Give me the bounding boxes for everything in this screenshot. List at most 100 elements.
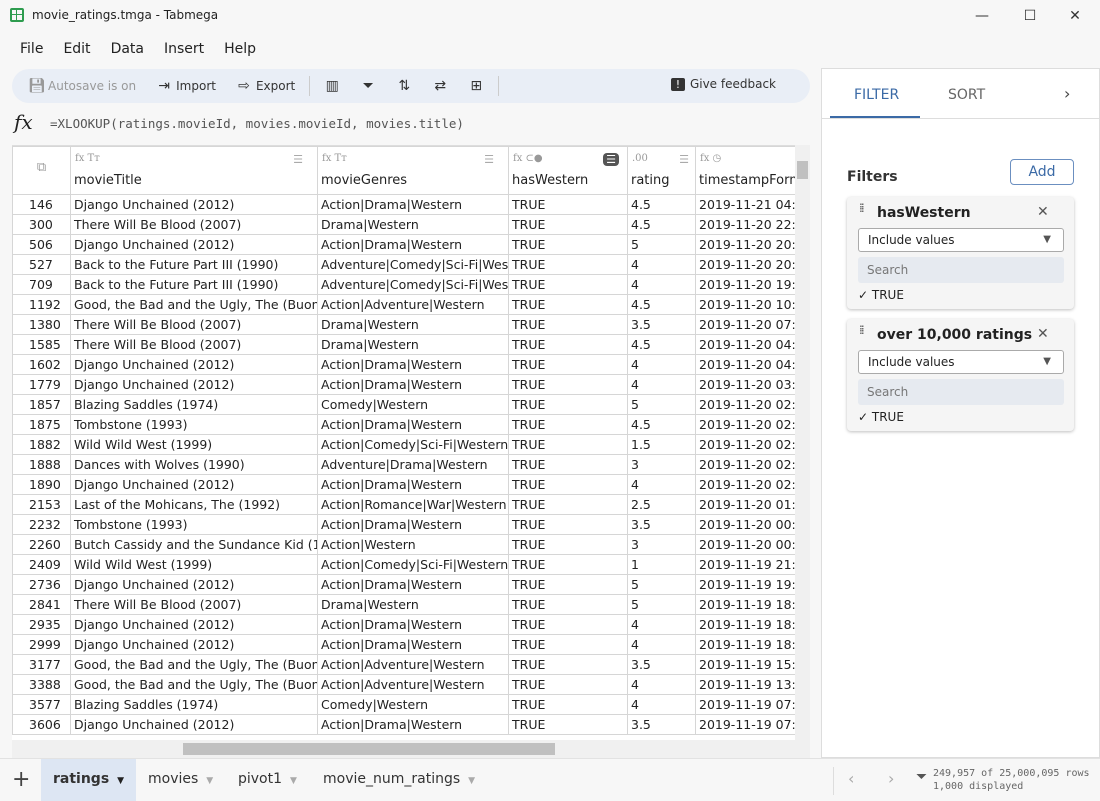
cell-movieTitle[interactable]: Django Unchained (2012): [70, 614, 318, 635]
cell-rating[interactable]: 5: [627, 234, 696, 255]
cell-timestamp[interactable]: 2019-11-20 02:5: [695, 394, 810, 415]
sheet-tab-movies[interactable]: movies ▼: [136, 759, 225, 801]
row-number[interactable]: 1890: [12, 474, 71, 495]
export-button[interactable]: ⇨ Export: [236, 78, 295, 94]
cell-rating[interactable]: 4.5: [627, 294, 696, 315]
cell-timestamp[interactable]: 2019-11-20 10:3: [695, 294, 810, 315]
row-number[interactable]: 1585: [12, 334, 71, 355]
cell-timestamp[interactable]: 2019-11-19 21:5: [695, 554, 810, 575]
column-header-rating[interactable]: .00 ☰ rating: [627, 146, 696, 195]
cell-hasWestern[interactable]: TRUE: [508, 674, 628, 695]
cell-rating[interactable]: 4: [627, 634, 696, 655]
filter-search-input[interactable]: Search: [858, 257, 1064, 283]
cell-timestamp[interactable]: 2019-11-19 18:2: [695, 594, 810, 615]
cell-movieTitle[interactable]: Back to the Future Part III (1990): [70, 254, 318, 275]
column-filter-icon[interactable]: ☰: [293, 153, 303, 166]
cell-movieGenres[interactable]: Action|Drama|Western: [317, 474, 509, 495]
cell-hasWestern[interactable]: TRUE: [508, 554, 628, 575]
cell-movieGenres[interactable]: Action|Comedy|Sci-Fi|Western: [317, 554, 509, 575]
row-number[interactable]: 506: [12, 234, 71, 255]
cell-movieGenres[interactable]: Action|Drama|Western: [317, 194, 509, 215]
cell-rating[interactable]: 4: [627, 274, 696, 295]
cell-movieGenres[interactable]: Drama|Western: [317, 334, 509, 355]
cell-hasWestern[interactable]: TRUE: [508, 294, 628, 315]
cell-hasWestern[interactable]: TRUE: [508, 394, 628, 415]
scroll-thumb[interactable]: [183, 743, 555, 755]
cell-hasWestern[interactable]: TRUE: [508, 254, 628, 275]
cell-timestamp[interactable]: 2019-11-19 18:1: [695, 634, 810, 655]
column-header-hasWestern[interactable]: fx ⊂● ☰ hasWestern: [508, 146, 628, 195]
cell-movieTitle[interactable]: Good, the Bad and the Ugly, The (Buono, …: [70, 654, 318, 675]
cell-timestamp[interactable]: 2019-11-19 15:5: [695, 654, 810, 675]
cell-timestamp[interactable]: 2019-11-20 20:5: [695, 234, 810, 255]
add-sheet-button[interactable]: +: [12, 767, 30, 792]
caret-down-icon[interactable]: ▼: [206, 776, 213, 786]
cell-hasWestern[interactable]: TRUE: [508, 274, 628, 295]
cell-timestamp[interactable]: 2019-11-20 02:4: [695, 434, 810, 455]
cell-timestamp[interactable]: 2019-11-19 13:0: [695, 674, 810, 695]
cell-hasWestern[interactable]: TRUE: [508, 534, 628, 555]
data-grid[interactable]: ⧉ fx Tт ☰ movieTitle fx Tт ☰ movieGenres fx …: [12, 145, 810, 740]
filter-mode-select[interactable]: Include values ▼: [858, 350, 1064, 374]
cell-movieTitle[interactable]: Last of the Mohicans, The (1992): [70, 494, 318, 515]
cell-movieTitle[interactable]: Django Unchained (2012): [70, 234, 318, 255]
cell-movieTitle[interactable]: There Will Be Blood (2007): [70, 214, 318, 235]
menu-data[interactable]: Data: [101, 38, 154, 60]
row-number[interactable]: 2153: [12, 494, 71, 515]
column-header-movieTitle[interactable]: fx Tт ☰ movieTitle: [70, 146, 318, 195]
cell-timestamp[interactable]: 2019-11-20 03:1: [695, 374, 810, 395]
cell-movieTitle[interactable]: Django Unchained (2012): [70, 714, 318, 735]
row-number[interactable]: 2260: [12, 534, 71, 555]
column-header-movieGenres[interactable]: fx Tт ☰ movieGenres: [317, 146, 509, 195]
cell-rating[interactable]: 4: [627, 354, 696, 375]
cell-movieGenres[interactable]: Action|Drama|Western: [317, 414, 509, 435]
filter-value-checkbox[interactable]: ✓ TRUE: [858, 288, 904, 302]
cell-movieGenres[interactable]: Action|Comedy|Sci-Fi|Western: [317, 434, 509, 455]
cell-rating[interactable]: 4.5: [627, 414, 696, 435]
column-filter-active-icon[interactable]: ☰: [603, 153, 619, 166]
cell-movieTitle[interactable]: Dances with Wolves (1990): [70, 454, 318, 475]
autosave-button[interactable]: 💾︎ Autosave is on: [28, 78, 136, 94]
select-all-cell[interactable]: ⧉: [12, 146, 71, 195]
row-number[interactable]: 2999: [12, 634, 71, 655]
cell-movieTitle[interactable]: There Will Be Blood (2007): [70, 314, 318, 335]
vertical-scrollbar[interactable]: [795, 145, 810, 740]
cell-movieTitle[interactable]: Tombstone (1993): [70, 514, 318, 535]
cell-timestamp[interactable]: 2019-11-20 07:0: [695, 314, 810, 335]
cell-movieTitle[interactable]: Good, the Bad and the Ugly, The (Buono, …: [70, 294, 318, 315]
row-number[interactable]: 300: [12, 214, 71, 235]
cell-timestamp[interactable]: 2019-11-20 00:4: [695, 514, 810, 535]
cell-hasWestern[interactable]: TRUE: [508, 694, 628, 715]
cell-movieGenres[interactable]: Adventure|Comedy|Sci-Fi|Western: [317, 254, 509, 275]
row-number[interactable]: 2736: [12, 574, 71, 595]
cell-movieTitle[interactable]: Django Unchained (2012): [70, 194, 318, 215]
cell-rating[interactable]: 3.5: [627, 514, 696, 535]
sheet-tab-ratings[interactable]: ratings ▼: [41, 759, 137, 801]
add-filter-button[interactable]: Add: [1010, 159, 1074, 185]
column-filter-icon[interactable]: ☰: [484, 153, 494, 166]
cell-hasWestern[interactable]: TRUE: [508, 414, 628, 435]
drag-handle-icon[interactable]: ⁞⁞: [859, 202, 869, 214]
cell-hasWestern[interactable]: TRUE: [508, 514, 628, 535]
cell-movieTitle[interactable]: Good, the Bad and the Ugly, The (Buono, …: [70, 674, 318, 695]
tab-filter[interactable]: FILTER: [854, 87, 899, 103]
cell-rating[interactable]: 3.5: [627, 714, 696, 735]
cell-timestamp[interactable]: 2019-11-21 04:5: [695, 194, 810, 215]
cell-hasWestern[interactable]: TRUE: [508, 574, 628, 595]
row-number[interactable]: 3388: [12, 674, 71, 695]
cell-rating[interactable]: 4.5: [627, 214, 696, 235]
cell-rating[interactable]: 4.5: [627, 194, 696, 215]
minimize-button[interactable]: —: [962, 4, 1002, 28]
cell-movieGenres[interactable]: Action|Drama|Western: [317, 714, 509, 735]
cell-timestamp[interactable]: 2019-11-20 20:4: [695, 254, 810, 275]
cell-movieTitle[interactable]: There Will Be Blood (2007): [70, 334, 318, 355]
cell-rating[interactable]: 3.5: [627, 654, 696, 675]
maximize-button[interactable]: ☐: [1010, 4, 1050, 28]
cell-movieGenres[interactable]: Action|Drama|Western: [317, 374, 509, 395]
cell-movieGenres[interactable]: Action|Drama|Western: [317, 234, 509, 255]
cell-timestamp[interactable]: 2019-11-20 02:5: [695, 414, 810, 435]
row-number[interactable]: 146: [12, 194, 71, 215]
cell-rating[interactable]: 5: [627, 394, 696, 415]
cell-movieTitle[interactable]: Wild Wild West (1999): [70, 434, 318, 455]
cell-rating[interactable]: 1.5: [627, 434, 696, 455]
